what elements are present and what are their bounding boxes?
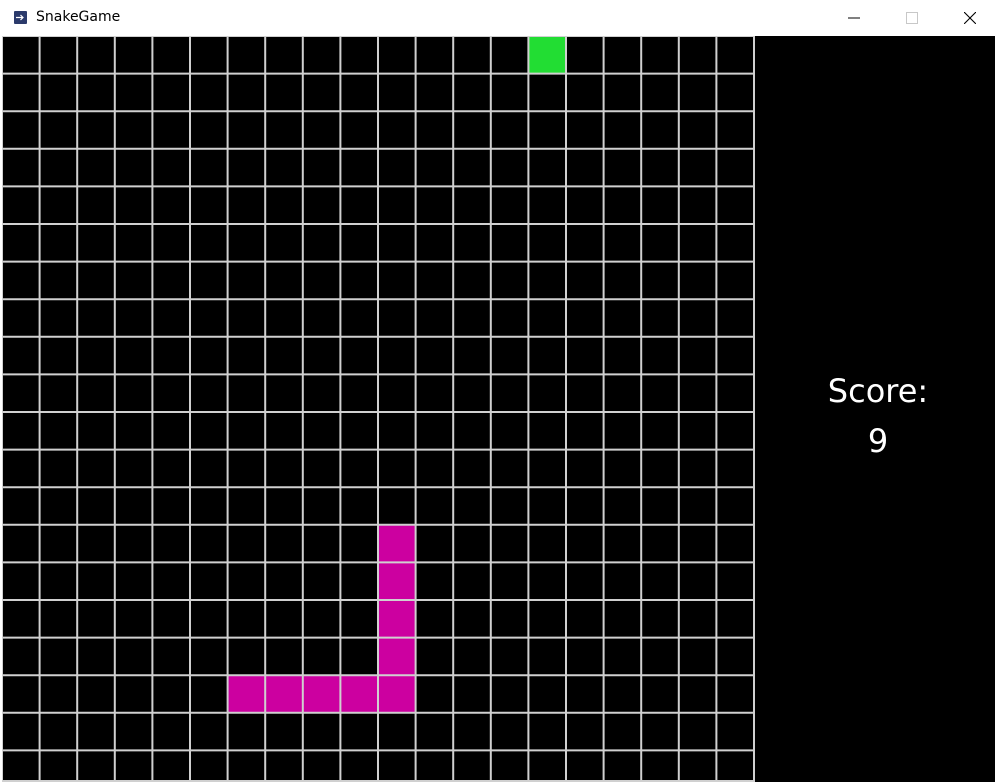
snake-segment [378,562,416,600]
snake-segment [227,675,266,713]
food-cell [528,36,566,74]
window-title: SnakeGame [36,9,121,25]
app-icon [14,11,27,24]
game-client-area: Score: 9 [2,36,995,782]
game-board[interactable] [2,36,755,782]
minimize-icon [848,17,860,19]
app-window: SnakeGame Score: 9 [0,0,995,782]
game-board-canvas [2,36,755,782]
close-icon [964,12,976,24]
snake-segment [340,675,378,713]
snake-head [378,524,416,563]
snake-segment [378,600,416,638]
maximize-button[interactable] [883,0,941,36]
title-bar[interactable]: SnakeGame [0,0,995,36]
minimize-button[interactable] [825,0,883,36]
snake-segment [378,637,416,676]
score-label: Score: [827,372,929,410]
snake-segment [302,675,341,713]
score-value: 9 [867,422,889,460]
snake-segment [378,675,416,713]
snake-segment [265,675,303,713]
maximize-icon [906,12,918,24]
score-panel: Score: 9 [755,36,995,782]
close-button[interactable] [941,0,995,36]
